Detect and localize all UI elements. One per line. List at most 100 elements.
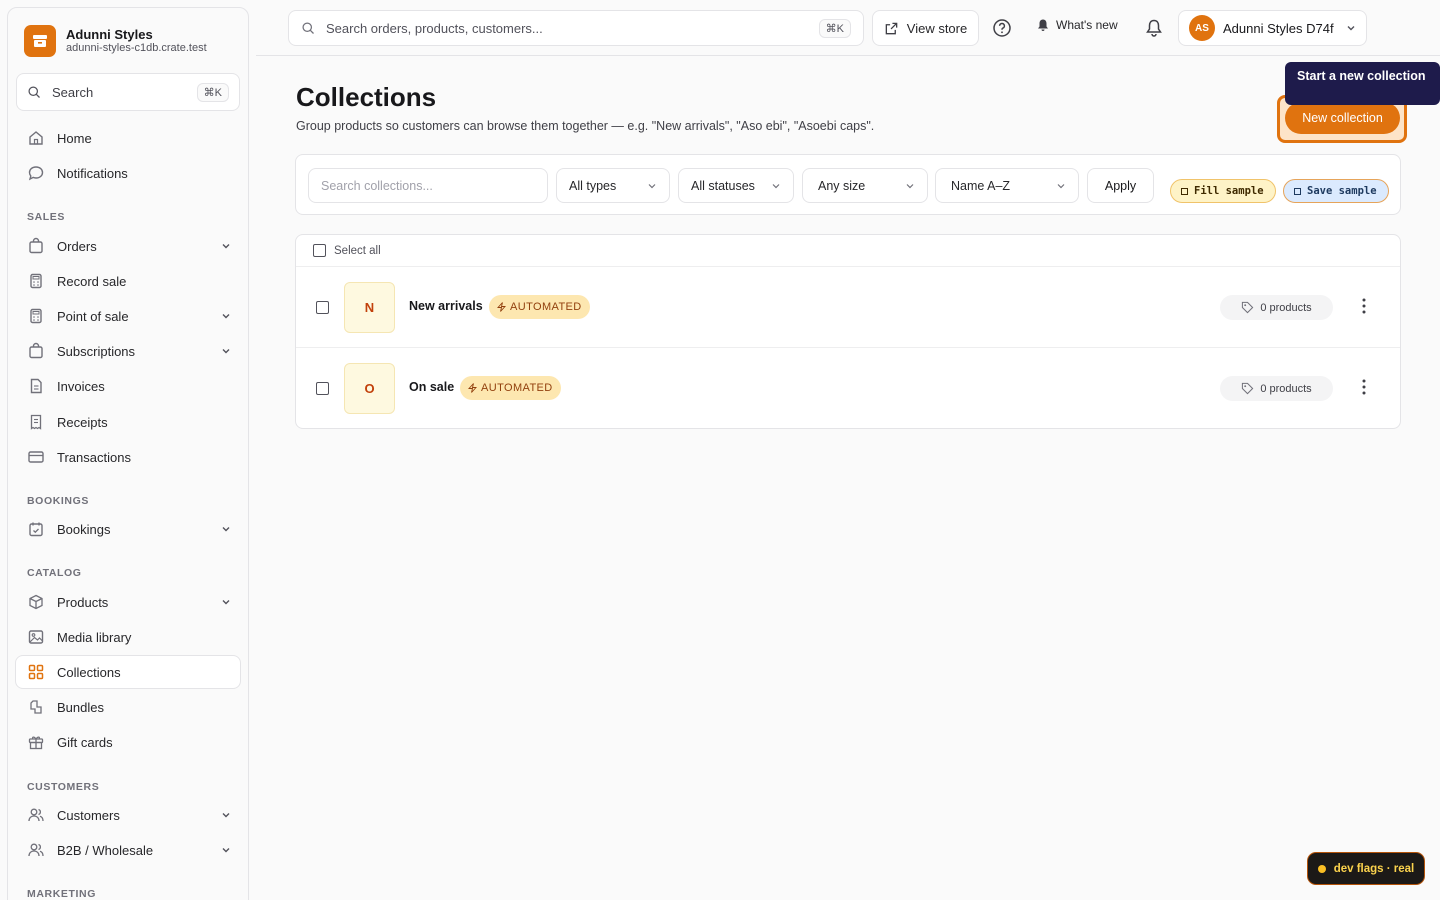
sidebar-item-receipts[interactable]: Receipts bbox=[16, 405, 242, 439]
new-collection-button[interactable]: New collection bbox=[1285, 102, 1400, 134]
collection-name[interactable]: On sale bbox=[409, 380, 454, 394]
receipt-icon bbox=[30, 414, 42, 430]
store-domain: adunni-styles-c1db.crate.test bbox=[66, 42, 207, 54]
help-icon bbox=[993, 19, 1011, 37]
page-subtitle: Group products so customers can browse t… bbox=[296, 119, 875, 133]
status-dot-icon bbox=[1317, 864, 1326, 873]
select-all-label: Select all bbox=[334, 244, 381, 257]
collection-search-input[interactable]: Search collections... bbox=[308, 168, 548, 203]
row-actions-button[interactable] bbox=[1356, 297, 1372, 318]
row-checkbox[interactable] bbox=[316, 382, 329, 395]
sidebar-item-bookings[interactable]: Bookings bbox=[16, 512, 242, 546]
status-badge: AUTOMATED bbox=[460, 376, 561, 400]
sidebar-search[interactable]: Search ⌘K bbox=[16, 73, 240, 111]
chevron-down-icon bbox=[222, 314, 230, 319]
square-icon bbox=[1181, 187, 1188, 195]
sidebar-item-b2b-wholesale[interactable]: B2B / Wholesale bbox=[16, 833, 242, 867]
sidebar-item-subscriptions[interactable]: Subscriptions bbox=[16, 334, 242, 368]
grid-icon bbox=[28, 664, 44, 680]
topbar: Search orders, products, customers... ⌘K… bbox=[256, 0, 1440, 56]
sidebar-item-orders[interactable]: Orders bbox=[16, 229, 242, 263]
product-count: 0 products bbox=[1220, 376, 1333, 401]
lightning-icon bbox=[468, 383, 477, 393]
row-actions-button[interactable] bbox=[1356, 378, 1372, 399]
sidebar: Adunni Styles adunni-styles-c1db.crate.t… bbox=[7, 7, 249, 900]
size-filter-select[interactable]: Any size bbox=[802, 168, 928, 203]
sidebar-search-shortcut: ⌘K bbox=[196, 82, 229, 102]
store-switcher[interactable]: Adunni Styles adunni-styles-c1db.crate.t… bbox=[24, 25, 207, 57]
sidebar-item-notifications[interactable]: Notifications bbox=[16, 156, 242, 190]
chevron-down-icon bbox=[222, 349, 230, 354]
bag-icon bbox=[29, 342, 43, 359]
home-icon bbox=[29, 131, 43, 145]
section-customers: CUSTOMERS bbox=[27, 781, 100, 793]
whats-new-button[interactable]: What's new bbox=[1036, 18, 1118, 32]
help-button[interactable] bbox=[992, 18, 1012, 41]
lightning-icon bbox=[497, 302, 506, 312]
section-marketing: MARKETING bbox=[27, 888, 96, 900]
sidebar-item-point-of-sale[interactable]: Point of sale bbox=[16, 299, 242, 333]
save-sample-button[interactable]: Save sample bbox=[1283, 179, 1389, 203]
table-row[interactable]: N New arrivals AUTOMATED 0 products bbox=[296, 267, 1400, 348]
fill-sample-button[interactable]: Fill sample bbox=[1170, 179, 1276, 203]
sort-select[interactable]: Name A–Z bbox=[935, 168, 1079, 203]
calculator-icon bbox=[30, 308, 42, 324]
apply-filters-button[interactable]: Apply bbox=[1087, 168, 1154, 203]
sidebar-item-record-sale[interactable]: Record sale bbox=[16, 264, 242, 298]
sidebar-item-products[interactable]: Products bbox=[16, 585, 242, 619]
users-icon bbox=[28, 808, 44, 822]
sidebar-item-customers[interactable]: Customers bbox=[16, 798, 242, 832]
account-name: Adunni Styles D74f bbox=[1223, 20, 1334, 36]
search-icon bbox=[28, 85, 40, 98]
users-icon bbox=[28, 843, 44, 857]
bell-filled-icon bbox=[1038, 19, 1048, 31]
tag-icon bbox=[1242, 382, 1254, 395]
sidebar-item-bundles[interactable]: Bundles bbox=[16, 690, 242, 724]
sidebar-item-media-library[interactable]: Media library bbox=[16, 620, 242, 654]
chevron-down-icon bbox=[648, 183, 656, 188]
box-icon bbox=[29, 594, 43, 610]
chevron-down-icon bbox=[222, 244, 230, 249]
global-search-placeholder: Search orders, products, customers... bbox=[326, 20, 543, 36]
section-catalog: CATALOG bbox=[27, 567, 82, 579]
sidebar-item-invoices[interactable]: Invoices bbox=[16, 369, 242, 403]
table-header: Select all bbox=[296, 235, 1400, 267]
chevron-down-icon bbox=[222, 848, 230, 853]
bundle-icon bbox=[30, 700, 42, 714]
sidebar-item-transactions[interactable]: Transactions bbox=[16, 440, 242, 474]
calculator-icon bbox=[30, 273, 42, 289]
account-menu[interactable]: AS Adunni Styles D74f bbox=[1178, 10, 1367, 46]
status-filter-select[interactable]: All statuses bbox=[678, 168, 794, 203]
collection-thumbnail: O bbox=[344, 363, 395, 414]
store-name: Adunni Styles bbox=[66, 27, 153, 42]
table-row[interactable]: O On sale AUTOMATED 0 products bbox=[296, 348, 1400, 428]
bell-icon bbox=[1146, 19, 1162, 37]
chevron-down-icon bbox=[772, 183, 780, 188]
global-search-shortcut: ⌘K bbox=[818, 18, 851, 38]
row-checkbox[interactable] bbox=[316, 301, 329, 314]
select-all-checkbox[interactable] bbox=[313, 244, 326, 257]
global-search-input[interactable]: Search orders, products, customers... ⌘K bbox=[288, 10, 864, 46]
dev-flags-badge[interactable]: dev flags · real bbox=[1307, 852, 1425, 885]
sidebar-search-label: Search bbox=[52, 84, 94, 100]
square-icon bbox=[1294, 187, 1301, 195]
type-filter-select[interactable]: All types bbox=[556, 168, 670, 203]
credit-card-icon bbox=[28, 451, 44, 463]
chevron-down-icon bbox=[1057, 183, 1065, 188]
notifications-button[interactable] bbox=[1144, 18, 1164, 41]
search-icon bbox=[302, 21, 314, 34]
collections-table: Select all N New arrivals AUTOMATED 0 pr… bbox=[295, 234, 1401, 429]
chevron-down-icon bbox=[222, 813, 230, 818]
sidebar-item-home[interactable]: Home bbox=[16, 121, 242, 155]
chevron-down-icon bbox=[906, 183, 914, 188]
sidebar-item-collections[interactable]: Collections bbox=[15, 655, 241, 689]
section-bookings: BOOKINGS bbox=[27, 495, 89, 507]
onboarding-tooltip: Start a new collection bbox=[1285, 62, 1440, 105]
gift-icon bbox=[28, 736, 44, 750]
product-count: 0 products bbox=[1220, 295, 1333, 320]
sidebar-item-gift-cards[interactable]: Gift cards bbox=[16, 725, 242, 759]
chevron-down-icon bbox=[1347, 26, 1355, 31]
view-store-button[interactable]: View store bbox=[872, 10, 979, 46]
calendar-check-icon bbox=[29, 522, 43, 537]
collection-name[interactable]: New arrivals bbox=[409, 299, 483, 313]
